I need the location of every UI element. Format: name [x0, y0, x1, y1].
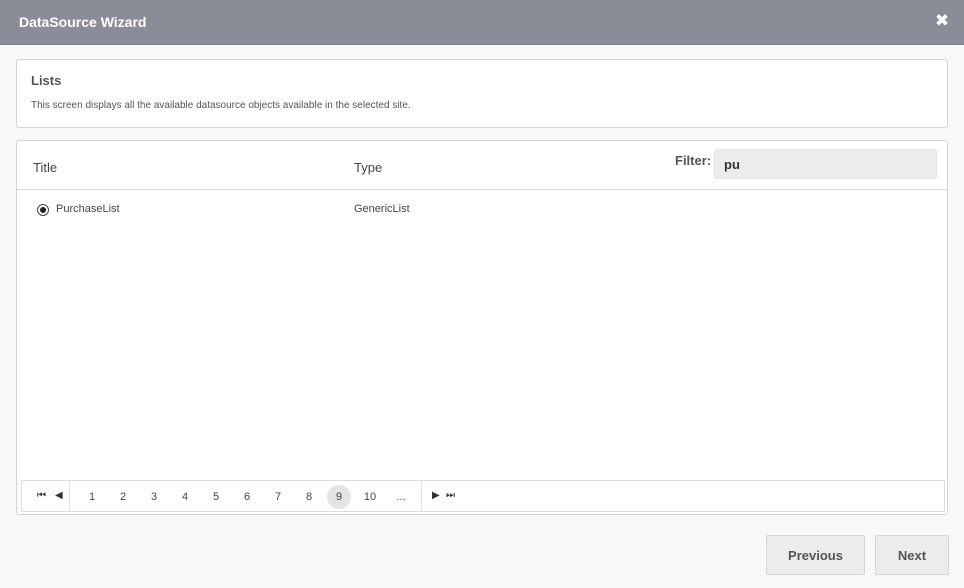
dialog-titlebar: DataSource Wizard ✖ [0, 0, 964, 45]
page-link[interactable]: 7 [266, 485, 290, 509]
page-link-current[interactable]: 9 [327, 485, 351, 509]
section-heading: Lists [31, 73, 62, 88]
filter-input[interactable] [714, 149, 937, 179]
page-link[interactable]: 4 [173, 485, 197, 509]
grid-header: Title Type Filter: [17, 141, 947, 190]
close-icon[interactable]: ✖ [934, 12, 950, 30]
filter-label: Filter: [675, 153, 712, 168]
next-button[interactable]: Next [875, 535, 949, 575]
dialog-title: DataSource Wizard [19, 14, 147, 30]
first-page-icon[interactable]: ⏮ [37, 489, 46, 503]
table-row[interactable]: PurchaseList GenericList [17, 191, 947, 227]
pager-divider [69, 481, 70, 511]
cell-type: GenericList [354, 203, 410, 215]
column-header-title[interactable]: Title [33, 160, 57, 175]
previous-button[interactable]: Previous [766, 535, 865, 575]
cell-title: PurchaseList [56, 203, 120, 215]
page-link[interactable]: 3 [142, 485, 166, 509]
more-pages-link[interactable]: ... [389, 485, 413, 509]
page-link[interactable]: 2 [111, 485, 135, 509]
page-link[interactable]: 10 [358, 485, 382, 509]
page-link[interactable]: 8 [297, 485, 321, 509]
row-radio-button[interactable] [37, 204, 49, 216]
last-page-icon[interactable]: ⏭ [446, 489, 455, 503]
pagination-bar: ⏮ ◀ 1 2 3 4 5 6 7 8 9 10 ... ▶ ⏭ [21, 480, 945, 512]
column-header-type[interactable]: Type [354, 160, 382, 175]
page-link[interactable]: 5 [204, 485, 228, 509]
page-link[interactable]: 6 [235, 485, 259, 509]
previous-page-icon[interactable]: ◀ [55, 489, 63, 503]
lists-grid: Title Type Filter: PurchaseList GenericL… [16, 140, 948, 515]
next-page-icon[interactable]: ▶ [432, 489, 440, 503]
page-link[interactable]: 1 [80, 485, 104, 509]
pager-divider [421, 481, 422, 511]
info-panel: Lists This screen displays all the avail… [16, 59, 948, 128]
section-description: This screen displays all the available d… [31, 100, 411, 111]
